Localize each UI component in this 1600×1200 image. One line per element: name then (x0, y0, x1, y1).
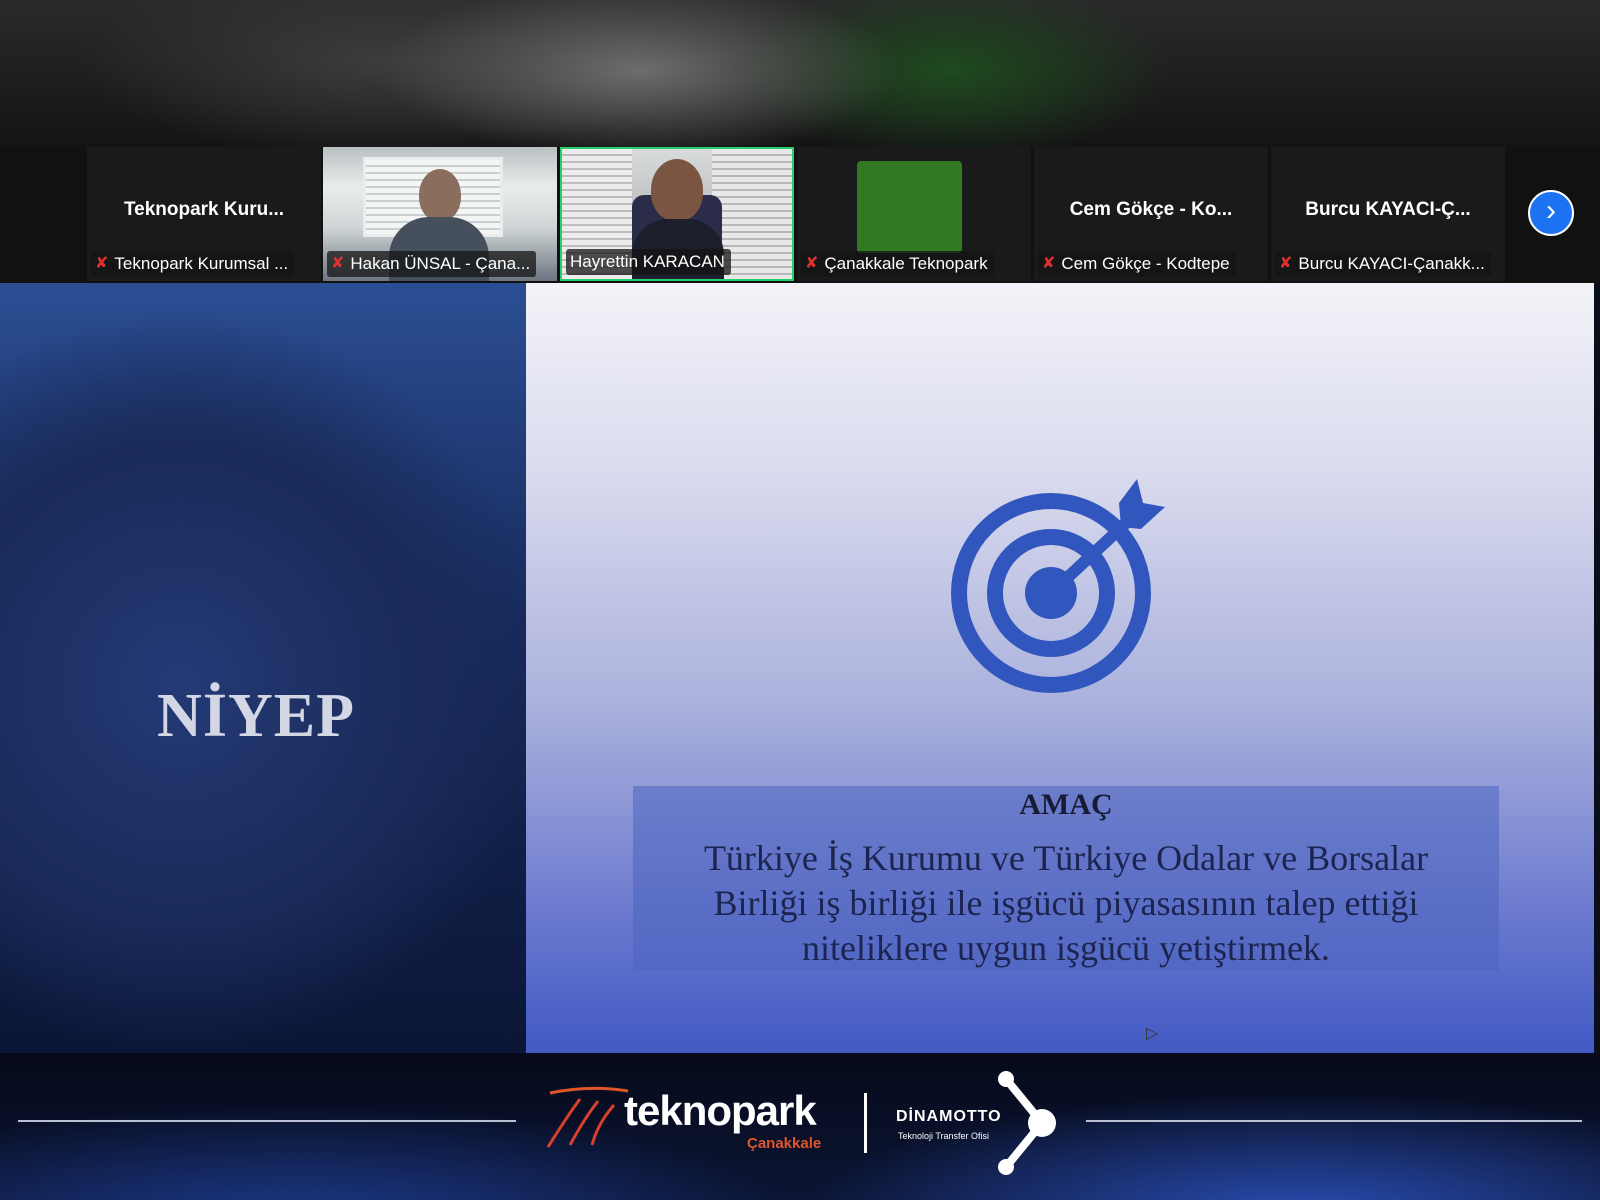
participant-label: ✘ Burcu KAYACI-Çanakk... (1275, 251, 1491, 277)
top-blurred-video (0, 0, 1600, 147)
teknopark-subtitle: Çanakkale (747, 1135, 822, 1152)
footer-line-right (1086, 1120, 1582, 1122)
mouse-cursor-icon: ▷ (1146, 1025, 1159, 1042)
participant-label-text: Teknopark Kurumsal ... (114, 254, 289, 273)
participant-tile-5[interactable]: Cem Gökçe - Ko... ✘ Cem Gökçe - Kodtepe (1034, 147, 1268, 281)
mic-muted-icon: ✘ (1279, 255, 1293, 272)
participant-label: Hayrettin KARACAN (566, 249, 731, 275)
participant-label-text: Cem Gökçe - Kodtepe (1061, 254, 1230, 273)
participant-label-text: Hayrettin KARACAN (570, 252, 725, 271)
chevron-right-icon: › (1546, 194, 1556, 227)
participant-tile-1[interactable]: Teknopark Kuru... ✘ Teknopark Kurumsal .… (87, 147, 321, 281)
mic-muted-icon: ✘ (1042, 255, 1056, 272)
participant-label-text: Burcu KAYACI-Çanakk... (1298, 254, 1485, 273)
teknopark-logo: teknopark Çanakkale (540, 1077, 840, 1157)
dinamotto-logo-icon (998, 1071, 1056, 1175)
footer-branding: teknopark Çanakkale DİNAMOTTO Teknoloji … (0, 1053, 1600, 1200)
mic-muted-icon: ✘ (805, 255, 819, 272)
mic-muted-icon: ✘ (331, 255, 345, 272)
participant-label: ✘ Teknopark Kurumsal ... (91, 251, 295, 277)
mic-muted-icon: ✘ (95, 255, 109, 272)
participant-tile-2[interactable]: ✘ Hakan ÜNSAL - Çana... (323, 147, 557, 281)
participant-name-large: Teknopark Kuru... (123, 199, 285, 220)
target-arrow-icon (951, 479, 1165, 693)
teknopark-wordmark: teknopark (624, 1087, 817, 1134)
dinamotto-subtitle: Teknoloji Transfer Ofisi (898, 1131, 990, 1141)
participant-tile-6[interactable]: Burcu KAYACI-Ç... ✘ Burcu KAYACI-Çanakk.… (1271, 147, 1505, 281)
amac-title: AMAÇ (1019, 788, 1113, 821)
participant-label-text: Çanakkale Teknopark (824, 254, 988, 273)
participant-label: ✘ Cem Gökçe - Kodtepe (1038, 251, 1236, 277)
participant-tile-4[interactable]: ✘ Çanakkale Teknopark (797, 147, 1031, 281)
participant-avatar (857, 161, 962, 253)
slide-left-panel: NİYEP (0, 283, 526, 1053)
participant-video-person (651, 159, 703, 221)
participant-label: ✘ Çanakkale Teknopark (801, 251, 994, 277)
next-page-button[interactable]: › (1528, 190, 1574, 236)
logo-divider (864, 1093, 867, 1153)
dinamotto-wordmark: DİNAMOTTO (896, 1108, 1002, 1125)
teknopark-swoosh-icon (546, 1086, 629, 1148)
slide-title: NİYEP (157, 682, 355, 750)
footer-line-left (18, 1120, 516, 1122)
slide-right-panel: AMAÇ Türkiye İş Kurumu ve Türkiye Odalar… (526, 283, 1594, 1053)
participant-label: ✘ Hakan ÜNSAL - Çana... (327, 251, 537, 277)
amac-text-box: AMAÇ Türkiye İş Kurumu ve Türkiye Odalar… (633, 786, 1499, 971)
participant-name-large: Cem Gökçe - Ko... (1069, 199, 1233, 220)
participant-tile-3[interactable]: Hayrettin KARACAN (560, 147, 794, 281)
participant-label-text: Hakan ÜNSAL - Çana... (350, 254, 531, 273)
participant-name-large: Burcu KAYACI-Ç... (1305, 199, 1471, 220)
participant-video-person (419, 169, 461, 221)
amac-body: Türkiye İş Kurumu ve Türkiye Odalar ve B… (703, 838, 1429, 968)
